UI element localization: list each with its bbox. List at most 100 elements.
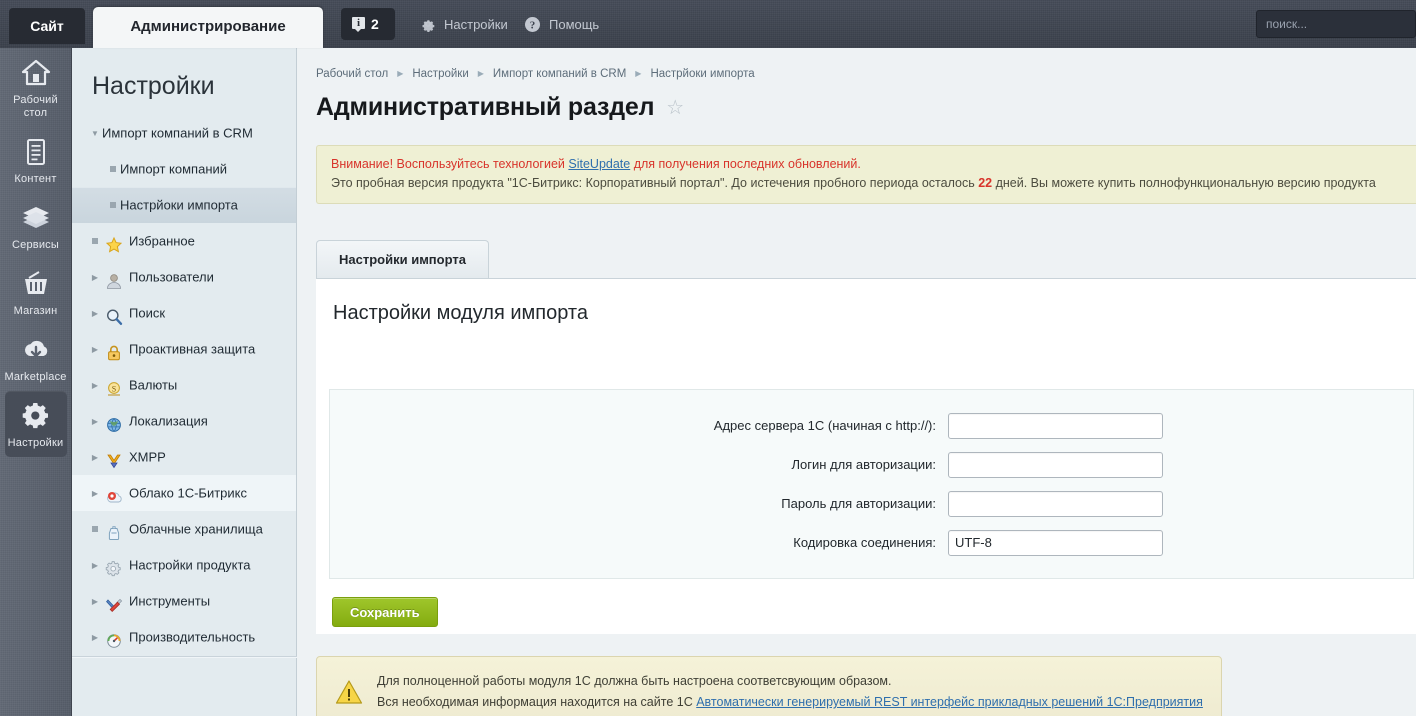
- rest-interface-link[interactable]: Автоматически генерируемый REST интерфей…: [696, 695, 1203, 709]
- tree-item-9[interactable]: Локализация: [72, 403, 296, 439]
- tree-item-2[interactable]: Импорт компаний: [72, 151, 296, 187]
- tree-item-label: Пользователи: [129, 270, 214, 285]
- rail-item-label: Сервисы: [5, 239, 67, 252]
- bullet-icon[interactable]: [88, 224, 102, 259]
- coin-icon: S: [105, 376, 123, 394]
- rail-item-2[interactable]: Контент: [5, 127, 67, 193]
- chevron-right-icon[interactable]: [88, 403, 102, 439]
- chevron-right-icon[interactable]: [88, 583, 102, 619]
- notice-trial-suffix: дней. Вы можете купить полнофункциональн…: [992, 176, 1376, 190]
- top-link-settings[interactable]: Настройки: [420, 8, 508, 40]
- top-link-help[interactable]: ? Помощь: [524, 8, 599, 40]
- breadcrumb-item-1[interactable]: Рабочий стол: [316, 68, 388, 80]
- svg-text:S: S: [112, 384, 116, 393]
- main-content: Рабочий стол▶Настройки▶Импорт компаний в…: [297, 48, 1416, 716]
- notifications-count: 2: [371, 16, 379, 32]
- tree-item-7[interactable]: Проактивная защита: [72, 331, 296, 367]
- tree-item-14[interactable]: Инструменты: [72, 583, 296, 619]
- lock-icon: [105, 340, 123, 358]
- breadcrumb-item-3[interactable]: Импорт компаний в CRM: [493, 68, 626, 80]
- bullet-icon[interactable]: [106, 188, 120, 223]
- basket-icon: [19, 268, 53, 300]
- star-outline-icon[interactable]: ☆: [666, 98, 684, 118]
- user-icon: [105, 268, 123, 286]
- chevron-right-icon[interactable]: [88, 295, 102, 331]
- tree-item-11[interactable]: Облако 1С-Битрикс: [72, 475, 296, 511]
- top-link-settings-label: Настройки: [444, 17, 508, 32]
- rail-item-4[interactable]: Магазин: [5, 259, 67, 325]
- login-field[interactable]: [948, 452, 1163, 478]
- tree-item-8[interactable]: S Валюты: [72, 367, 296, 403]
- tab-site[interactable]: Сайт: [9, 8, 85, 44]
- rail-item-3[interactable]: Сервисы: [5, 193, 67, 259]
- form-row-1: Адрес сервера 1С (начиная с http://):: [330, 406, 1413, 445]
- tree-item-label: Поиск: [129, 306, 165, 321]
- chevron-down-icon[interactable]: [88, 115, 102, 151]
- settings-tree-panel: Настройки Импорт компаний в CRMИмпорт ко…: [72, 48, 297, 716]
- notice-update-suffix: для получения последних обновлений.: [630, 157, 861, 171]
- gear-icon: [420, 16, 436, 32]
- password-field[interactable]: [948, 491, 1163, 517]
- encoding-field[interactable]: [948, 530, 1163, 556]
- save-button[interactable]: Сохранить: [332, 597, 438, 627]
- document-icon: [19, 136, 53, 168]
- breadcrumb-item-2[interactable]: Настройки: [412, 68, 468, 80]
- chevron-right-icon[interactable]: [88, 475, 102, 511]
- module-info-line2-prefix: Вся необходимая информация находится на …: [377, 695, 696, 709]
- module-info-line-2: Вся необходимая информация находится на …: [377, 692, 1203, 713]
- tree-item-12[interactable]: Облачные хранилища: [72, 511, 296, 547]
- cloud-bitrix-icon: [105, 484, 123, 502]
- notifications-badge[interactable]: i 2: [341, 8, 395, 40]
- form-row-3: Пароль для авторизации:: [330, 484, 1413, 523]
- tools-icon: [105, 592, 123, 610]
- notice-trial-prefix: Это пробная версия продукта "1С-Битрикс:…: [331, 176, 978, 190]
- settings-tree-list: Импорт компаний в CRMИмпорт компанийНаст…: [72, 115, 296, 655]
- chevron-right-icon[interactable]: [88, 547, 102, 583]
- chevron-right-icon[interactable]: [88, 619, 102, 655]
- bullet-icon[interactable]: [106, 152, 120, 187]
- breadcrumb-item-4[interactable]: Настрйоки импорта: [650, 68, 754, 80]
- chevron-right-icon[interactable]: [88, 259, 102, 295]
- rail-item-label: Рабочий стол: [5, 94, 67, 120]
- tree-item-1[interactable]: Импорт компаний в CRM: [72, 115, 296, 151]
- tree-item-label: Облако 1С-Битрикс: [129, 486, 247, 501]
- rail-item-label: Настройки: [5, 437, 67, 450]
- svg-text:?: ?: [530, 19, 536, 31]
- chevron-right-icon[interactable]: [88, 331, 102, 367]
- xmpp-icon: [105, 448, 123, 466]
- tree-item-label: Локализация: [129, 414, 208, 429]
- rail-item-6[interactable]: Настройки: [5, 391, 67, 457]
- search-input[interactable]: [1256, 10, 1416, 38]
- star-icon: [105, 232, 123, 250]
- left-icon-rail: Рабочий стол Контент Сервисы МагазинMarketp…: [0, 48, 72, 716]
- rail-item-1[interactable]: Рабочий стол: [5, 48, 67, 127]
- tree-item-4[interactable]: Избранное: [72, 223, 296, 259]
- gauge-icon: [105, 628, 123, 646]
- tree-item-15[interactable]: Производительность: [72, 619, 296, 655]
- tree-item-13[interactable]: Настройки продукта: [72, 547, 296, 583]
- server-address-field[interactable]: [948, 413, 1163, 439]
- tree-item-label: Валюты: [129, 378, 177, 393]
- tree-item-label: Импорт компаний в CRM: [102, 126, 253, 141]
- notice-line-update: Внимание! Воспользуйтесь технологией Sit…: [331, 155, 1412, 174]
- top-link-help-label: Помощь: [549, 17, 599, 32]
- home-icon: [19, 57, 53, 89]
- rail-item-5[interactable]: Marketplace: [5, 325, 67, 391]
- tab-administration[interactable]: Администрирование: [93, 7, 323, 48]
- magnifier-icon: [105, 304, 123, 322]
- layers-icon: [19, 202, 53, 234]
- breadcrumb-separator-icon: ▶: [478, 69, 484, 78]
- tree-item-10[interactable]: XMPP: [72, 439, 296, 475]
- trial-days-left: 22: [978, 176, 992, 190]
- tree-item-5[interactable]: Пользователи: [72, 259, 296, 295]
- chevron-right-icon[interactable]: [88, 439, 102, 475]
- chevron-right-icon[interactable]: [88, 367, 102, 403]
- tab-import-settings[interactable]: Настройки импорта: [316, 240, 489, 278]
- trial-notice-banner: Внимание! Воспользуйтесь технологией Sit…: [316, 145, 1416, 204]
- bullet-icon[interactable]: [88, 512, 102, 547]
- tree-item-6[interactable]: Поиск: [72, 295, 296, 331]
- siteupdate-link[interactable]: SiteUpdate: [568, 157, 630, 171]
- tree-item-3[interactable]: Настрйоки импорта: [72, 187, 296, 223]
- form-row-2: Логин для авторизации:: [330, 445, 1413, 484]
- module-info-notice: Для полноценной работы модуля 1С должна …: [316, 656, 1222, 716]
